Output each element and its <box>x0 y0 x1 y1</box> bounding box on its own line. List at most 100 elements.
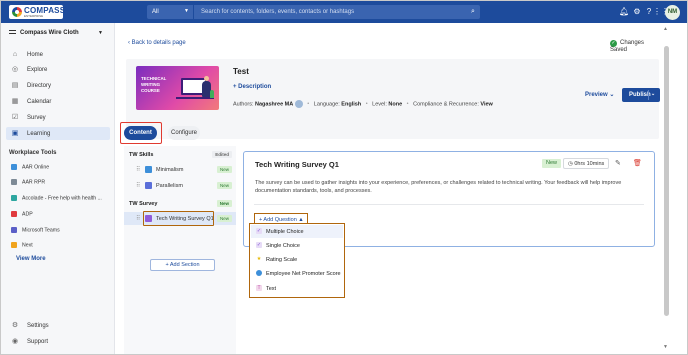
sidebar-item-support[interactable]: ◉ Support <box>6 335 110 348</box>
menu-item-text[interactable]: T Text <box>251 282 343 295</box>
survey-title[interactable]: Tech Writing Survey Q1 <box>255 160 339 169</box>
app-icon <box>11 227 17 233</box>
add-description-link[interactable]: + Description <box>233 84 271 90</box>
menu-item-label: Rating Scale <box>266 257 298 263</box>
section-tw-survey[interactable]: TW Survey New <box>124 197 236 210</box>
sidebar-item-label: Support <box>27 339 49 345</box>
menu-item-multiple-choice[interactable]: ✓ Multiple Choice <box>251 225 343 238</box>
gear-icon[interactable]: ⚙ <box>632 7 642 17</box>
level-value[interactable]: None <box>388 101 402 107</box>
tool-item-accolade[interactable]: Accolade - Free help with health ... <box>11 195 111 201</box>
sidebar-item-label: Home <box>27 52 44 58</box>
tool-item-next[interactable]: Next <box>11 242 111 248</box>
tool-item-microsoft-teams[interactable]: Microsoft Teams <box>11 227 111 233</box>
avatar[interactable]: NM <box>665 5 680 20</box>
preview-button[interactable]: Preview ⌄ <box>585 91 614 98</box>
drag-handle-icon[interactable]: ⠿ <box>136 166 140 173</box>
highlight-box <box>143 211 214 226</box>
status-badge: New <box>542 159 562 168</box>
scrollbar[interactable]: ▲ ▼ <box>663 26 670 351</box>
course-title[interactable]: Test <box>233 67 249 76</box>
logo[interactable]: COMPASS ENTERPRISE <box>9 5 65 19</box>
add-section-button[interactable]: + Add Section <box>150 259 215 271</box>
main-content: ‹ Back to details page ✓ Changes Saved TE… <box>116 23 661 354</box>
workplace-tools-heading: Workplace Tools <box>9 150 57 156</box>
scroll-up-icon[interactable]: ▲ <box>663 26 668 32</box>
grid-icon[interactable]: ⋮⋮ <box>653 7 669 17</box>
tool-item-label: Microsoft Teams <box>22 227 60 234</box>
sidebar-item-learning[interactable]: ▣ Learning <box>6 127 110 140</box>
top-bar: COMPASS ENTERPRISE All ▼ Search for cont… <box>1 1 687 23</box>
preview-label: Preview <box>585 92 608 98</box>
tab-configure[interactable]: Configure <box>168 126 200 140</box>
drag-handle-icon[interactable]: ⠿ <box>136 182 140 189</box>
tool-item-aar-rpr[interactable]: AAR RPR <box>11 179 111 185</box>
sidebar-item-survey[interactable]: ☑ Survey <box>6 111 110 124</box>
check-icon: ✓ <box>256 228 262 234</box>
star-icon: ★ <box>256 256 262 262</box>
back-link[interactable]: ‹ Back to details page <box>128 40 186 46</box>
tool-item-aar-online[interactable]: AAR Online <box>11 164 111 170</box>
scroll-down-icon[interactable]: ▼ <box>663 344 668 350</box>
text-icon: T <box>256 285 262 291</box>
menu-item-label: Single Choice <box>266 243 300 249</box>
gear-icon: ⚙ <box>11 322 19 329</box>
menu-item-rating-scale[interactable]: ★ Rating Scale <box>251 253 343 266</box>
search-category-select[interactable]: All ▼ <box>147 5 194 19</box>
item-name: Minimalism <box>156 167 184 173</box>
publish-button[interactable]: Publish ⌄ <box>622 88 660 102</box>
survey-description: The survey can be used to gather insight… <box>255 180 622 194</box>
button-divider <box>648 90 649 100</box>
home-icon: ⌂ <box>12 51 18 58</box>
sidebar-item-label: Explore <box>27 67 48 73</box>
list-item-minimalism[interactable]: ⠿ Minimalism New <box>124 163 236 176</box>
menu-item-single-choice[interactable]: ✓ Single Choice <box>251 239 343 252</box>
status-badge: New <box>216 200 232 207</box>
search-input[interactable]: Search for contents, folders, events, co… <box>201 9 354 15</box>
view-more-link[interactable]: View More <box>16 256 46 262</box>
sidebar-item-explore[interactable]: ◎ Explore <box>6 63 110 76</box>
chevron-down-icon: ▼ <box>184 8 189 14</box>
drag-handle-icon[interactable]: ⠿ <box>136 215 140 222</box>
sidebar-item-label: Calendar <box>27 99 52 105</box>
section-name: TW Skills <box>129 152 154 158</box>
check-icon: ✓ <box>256 242 262 248</box>
scrollbar-thumb[interactable] <box>664 46 669 316</box>
menu-item-label: Multiple Choice <box>266 229 304 235</box>
search-category-value: All <box>152 9 159 15</box>
compliance-view-link[interactable]: View <box>480 101 492 107</box>
section-name: TW Survey <box>129 201 158 207</box>
section-tw-skills[interactable]: TW Skills Edited <box>124 148 236 161</box>
chevron-down-icon: ⌄ <box>651 91 656 97</box>
duration-value: 0hrs 10mins <box>574 161 605 167</box>
sidebar-item-settings[interactable]: ⚙ Settings <box>6 319 110 332</box>
sidebar-item-label: Directory <box>27 83 52 89</box>
sidebar-item-home[interactable]: ⌂ Home <box>6 48 110 61</box>
list-item-parallelism[interactable]: ⠿ Parallelism New <box>124 179 236 192</box>
tab-content[interactable]: Content <box>124 126 157 140</box>
sidebar-item-directory[interactable]: ▤ Directory <box>6 79 110 92</box>
edit-icon[interactable]: ✎ <box>615 159 621 167</box>
menu-item-enps[interactable]: Employee Net Promoter Score <box>251 267 343 280</box>
delete-icon[interactable]: 🗑︎ <box>633 159 642 167</box>
language-label: Language: <box>313 101 340 108</box>
tool-item-adp[interactable]: ADP <box>11 211 111 217</box>
sidebar-item-label: Learning <box>27 131 51 137</box>
course-thumbnail[interactable]: TECHNICAL WRITING COURSE <box>136 66 219 110</box>
enps-icon <box>256 270 262 276</box>
tool-item-label: AAR RPR <box>22 179 46 186</box>
sidebar-item-calendar[interactable]: ▦ Calendar <box>6 95 110 108</box>
survey-icon: ☑ <box>11 114 19 121</box>
directory-icon: ▤ <box>11 82 19 89</box>
author-name[interactable]: Nagashree MA <box>255 101 293 107</box>
search-icon[interactable]: ⌕ <box>468 7 478 17</box>
org-switcher[interactable]: Compass Wire Cloth ▼ <box>9 30 103 36</box>
presentation-icon <box>145 182 152 189</box>
question-type-menu: ✓ Multiple Choice ✓ Single Choice ★ Rati… <box>249 223 345 298</box>
language-value[interactable]: English <box>341 101 361 107</box>
chevron-down-icon: ⌄ <box>609 92 615 98</box>
bell-icon[interactable]: 🔔︎ <box>619 7 629 17</box>
sidebar-item-label: Settings <box>27 323 49 329</box>
duration-badge[interactable]: ◷ 0hrs 10mins <box>563 158 610 169</box>
chevron-down-icon: ▼ <box>98 30 103 36</box>
